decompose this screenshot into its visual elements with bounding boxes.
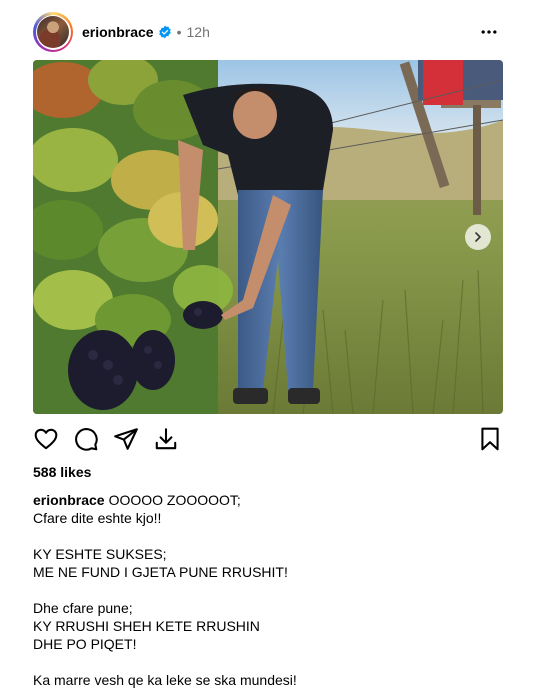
caption-line: Dhe cfare pune; <box>33 600 133 616</box>
caption-line: KY ESHTE SUKSES; <box>33 546 167 562</box>
download-icon[interactable] <box>153 426 179 452</box>
avatar-image <box>37 16 69 48</box>
avatar[interactable] <box>33 12 73 52</box>
caption-line <box>33 581 503 599</box>
post-image[interactable] <box>33 60 503 414</box>
caption-text: OOOOO ZOOOOOT; <box>108 492 241 508</box>
caption-line: KY RRUSHI SHEH KETE RRUSHIN <box>33 618 260 634</box>
post-actions <box>33 426 503 452</box>
caption-line <box>33 653 503 671</box>
caption-line: erionbrace OOOOO ZOOOOOT; <box>33 491 503 509</box>
next-image-button[interactable] <box>465 224 491 250</box>
caption-line: ME NE FUND I GJETA PUNE RRUSHIT! <box>33 564 288 580</box>
caption-username[interactable]: erionbrace <box>33 492 105 508</box>
post-caption: erionbrace OOOOO ZOOOOOT; Cfare dite esht… <box>33 491 503 689</box>
post-photo <box>33 60 503 414</box>
separator-dot: • <box>176 24 182 40</box>
caption-line: Cfare dite eshte kjo!! <box>33 510 162 526</box>
chevron-right-icon <box>475 232 482 242</box>
likes-count[interactable]: 588 likes <box>33 464 91 480</box>
post-timestamp[interactable]: 12h <box>187 24 210 40</box>
caption-line <box>33 527 503 545</box>
verified-badge-icon <box>158 25 171 39</box>
comment-icon[interactable] <box>73 426 99 452</box>
bookmark-icon[interactable] <box>477 426 503 452</box>
post-username[interactable]: erionbrace <box>82 24 154 40</box>
caption-line: Ka marre vesh qe ka leke se ska mundesi! <box>33 672 297 688</box>
caption-line: DHE PO PIQET! <box>33 636 137 652</box>
post-header: erionbrace • 12h <box>33 12 503 52</box>
heart-icon[interactable] <box>33 426 59 452</box>
instagram-post: erionbrace • 12h 588 likes erionbrace OO… <box>0 0 538 688</box>
send-icon[interactable] <box>113 426 139 452</box>
more-options-icon[interactable] <box>479 22 499 42</box>
